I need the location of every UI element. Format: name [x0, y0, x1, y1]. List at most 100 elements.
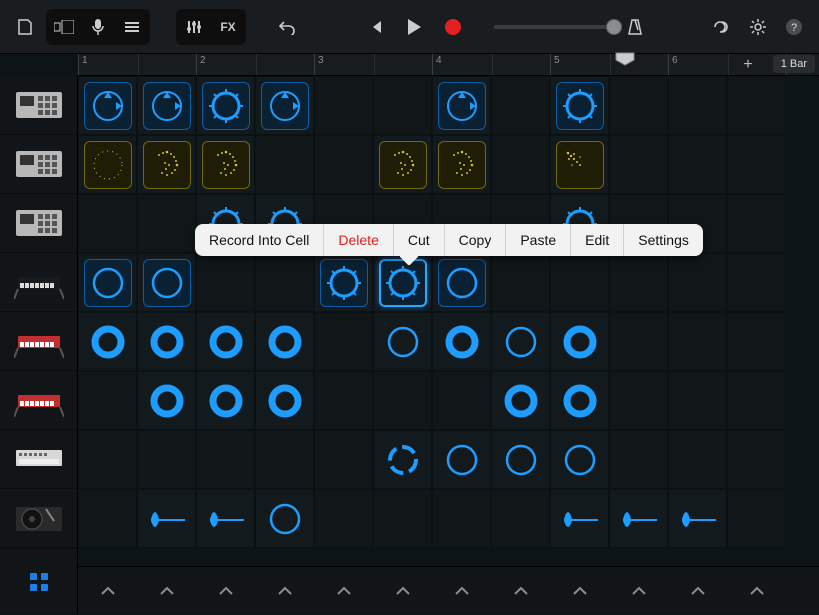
loop-cell[interactable] — [550, 371, 609, 430]
loop-cell[interactable] — [78, 253, 137, 312]
loop-cell[interactable] — [727, 194, 786, 253]
ctx-record-into-cell[interactable]: Record Into Cell — [195, 224, 324, 256]
record-icon[interactable] — [438, 12, 468, 42]
ruler-bar[interactable]: 4 — [432, 54, 550, 75]
loop-pad[interactable] — [674, 495, 722, 543]
loop-cell[interactable] — [78, 76, 137, 135]
ruler-bar[interactable]: 1 — [78, 54, 196, 75]
ctx-paste[interactable]: Paste — [506, 224, 571, 256]
column-trigger[interactable] — [550, 567, 609, 615]
loop-cell[interactable] — [668, 312, 727, 371]
loop-cell[interactable] — [137, 430, 196, 489]
loop-cell[interactable] — [491, 312, 550, 371]
loop-cell[interactable] — [137, 312, 196, 371]
play-icon[interactable] — [396, 12, 432, 42]
loop-pad[interactable] — [556, 436, 604, 484]
loop-cell[interactable] — [373, 489, 432, 548]
column-trigger[interactable] — [432, 567, 491, 615]
column-trigger[interactable] — [196, 567, 255, 615]
loop-cell[interactable] — [609, 253, 668, 312]
loop-cell[interactable] — [196, 312, 255, 371]
loop-cell[interactable] — [727, 76, 786, 135]
track-header-drum-machine-1[interactable] — [0, 76, 77, 135]
loop-cell[interactable] — [137, 489, 196, 548]
loop-cell[interactable] — [491, 76, 550, 135]
loop-cell[interactable] — [609, 312, 668, 371]
loop-cell[interactable] — [432, 76, 491, 135]
loop-cell[interactable] — [137, 76, 196, 135]
loop-pad[interactable] — [143, 141, 191, 189]
loop-cell[interactable] — [668, 135, 727, 194]
loop-cell[interactable] — [550, 312, 609, 371]
loop-cell[interactable] — [668, 489, 727, 548]
loop-pad[interactable] — [379, 259, 427, 307]
loop-cell[interactable] — [196, 371, 255, 430]
loop-cell[interactable] — [373, 430, 432, 489]
loop-cell[interactable] — [491, 430, 550, 489]
ctx-delete[interactable]: Delete — [324, 224, 393, 256]
loop-cell[interactable] — [314, 253, 373, 312]
loop-pad[interactable] — [84, 141, 132, 189]
loop-cell[interactable] — [727, 135, 786, 194]
loop-pad[interactable] — [143, 318, 191, 366]
loop-pad[interactable] — [556, 377, 604, 425]
loop-cell[interactable] — [255, 312, 314, 371]
loop-cell[interactable] — [609, 76, 668, 135]
loop-pad[interactable] — [556, 141, 604, 189]
add-section-button[interactable]: + — [739, 56, 757, 74]
loop-cell[interactable] — [78, 135, 137, 194]
loop-cell[interactable] — [491, 489, 550, 548]
loop-cell[interactable] — [78, 371, 137, 430]
loop-cell[interactable] — [668, 371, 727, 430]
ruler-bar[interactable]: 5 — [550, 54, 668, 75]
loop-pad[interactable] — [556, 495, 604, 543]
loop-pad[interactable] — [202, 377, 250, 425]
loop-cell[interactable] — [255, 371, 314, 430]
loop-cell[interactable] — [314, 371, 373, 430]
column-trigger[interactable] — [373, 567, 432, 615]
loop-cell[interactable] — [550, 430, 609, 489]
column-trigger[interactable] — [727, 567, 786, 615]
loop-cell[interactable] — [609, 489, 668, 548]
ctx-cut[interactable]: Cut — [394, 224, 445, 256]
column-trigger[interactable] — [668, 567, 727, 615]
ruler-bar[interactable]: 6 — [668, 54, 786, 75]
loop-pad[interactable] — [261, 318, 309, 366]
column-trigger[interactable] — [609, 567, 668, 615]
loop-pad[interactable] — [556, 82, 604, 130]
loop-cell[interactable] — [255, 135, 314, 194]
loop-pad[interactable] — [497, 318, 545, 366]
loop-cell[interactable] — [373, 76, 432, 135]
mixer-icon[interactable] — [179, 12, 209, 42]
ruler-bar[interactable]: 2 — [196, 54, 314, 75]
column-trigger[interactable] — [314, 567, 373, 615]
loop-pad[interactable] — [143, 259, 191, 307]
track-header-keyboard-1[interactable] — [0, 253, 77, 312]
loop-pad[interactable] — [261, 377, 309, 425]
loop-cell[interactable] — [432, 371, 491, 430]
loop-cell[interactable] — [314, 489, 373, 548]
loop-cell[interactable] — [432, 312, 491, 371]
loop-cell[interactable] — [314, 135, 373, 194]
ctx-edit[interactable]: Edit — [571, 224, 624, 256]
loop-pad[interactable] — [261, 495, 309, 543]
loop-cell[interactable] — [432, 430, 491, 489]
loop-cell[interactable] — [314, 312, 373, 371]
loop-cell[interactable] — [609, 135, 668, 194]
loop-pad[interactable] — [202, 495, 250, 543]
loop-icon[interactable] — [707, 12, 737, 42]
loop-cell[interactable] — [432, 135, 491, 194]
loop-cell[interactable] — [373, 253, 432, 312]
loop-cell[interactable] — [78, 312, 137, 371]
loop-cell[interactable] — [432, 489, 491, 548]
prev-icon[interactable] — [360, 12, 390, 42]
loop-pad[interactable] — [438, 82, 486, 130]
loop-pad[interactable] — [497, 377, 545, 425]
grid-mode-icon[interactable] — [0, 548, 77, 614]
loop-cell[interactable] — [314, 76, 373, 135]
loop-cell[interactable] — [550, 76, 609, 135]
loop-cell[interactable] — [255, 253, 314, 312]
loop-pad[interactable] — [379, 141, 427, 189]
track-header-keyboard-2[interactable] — [0, 312, 77, 371]
loop-pad[interactable] — [143, 82, 191, 130]
